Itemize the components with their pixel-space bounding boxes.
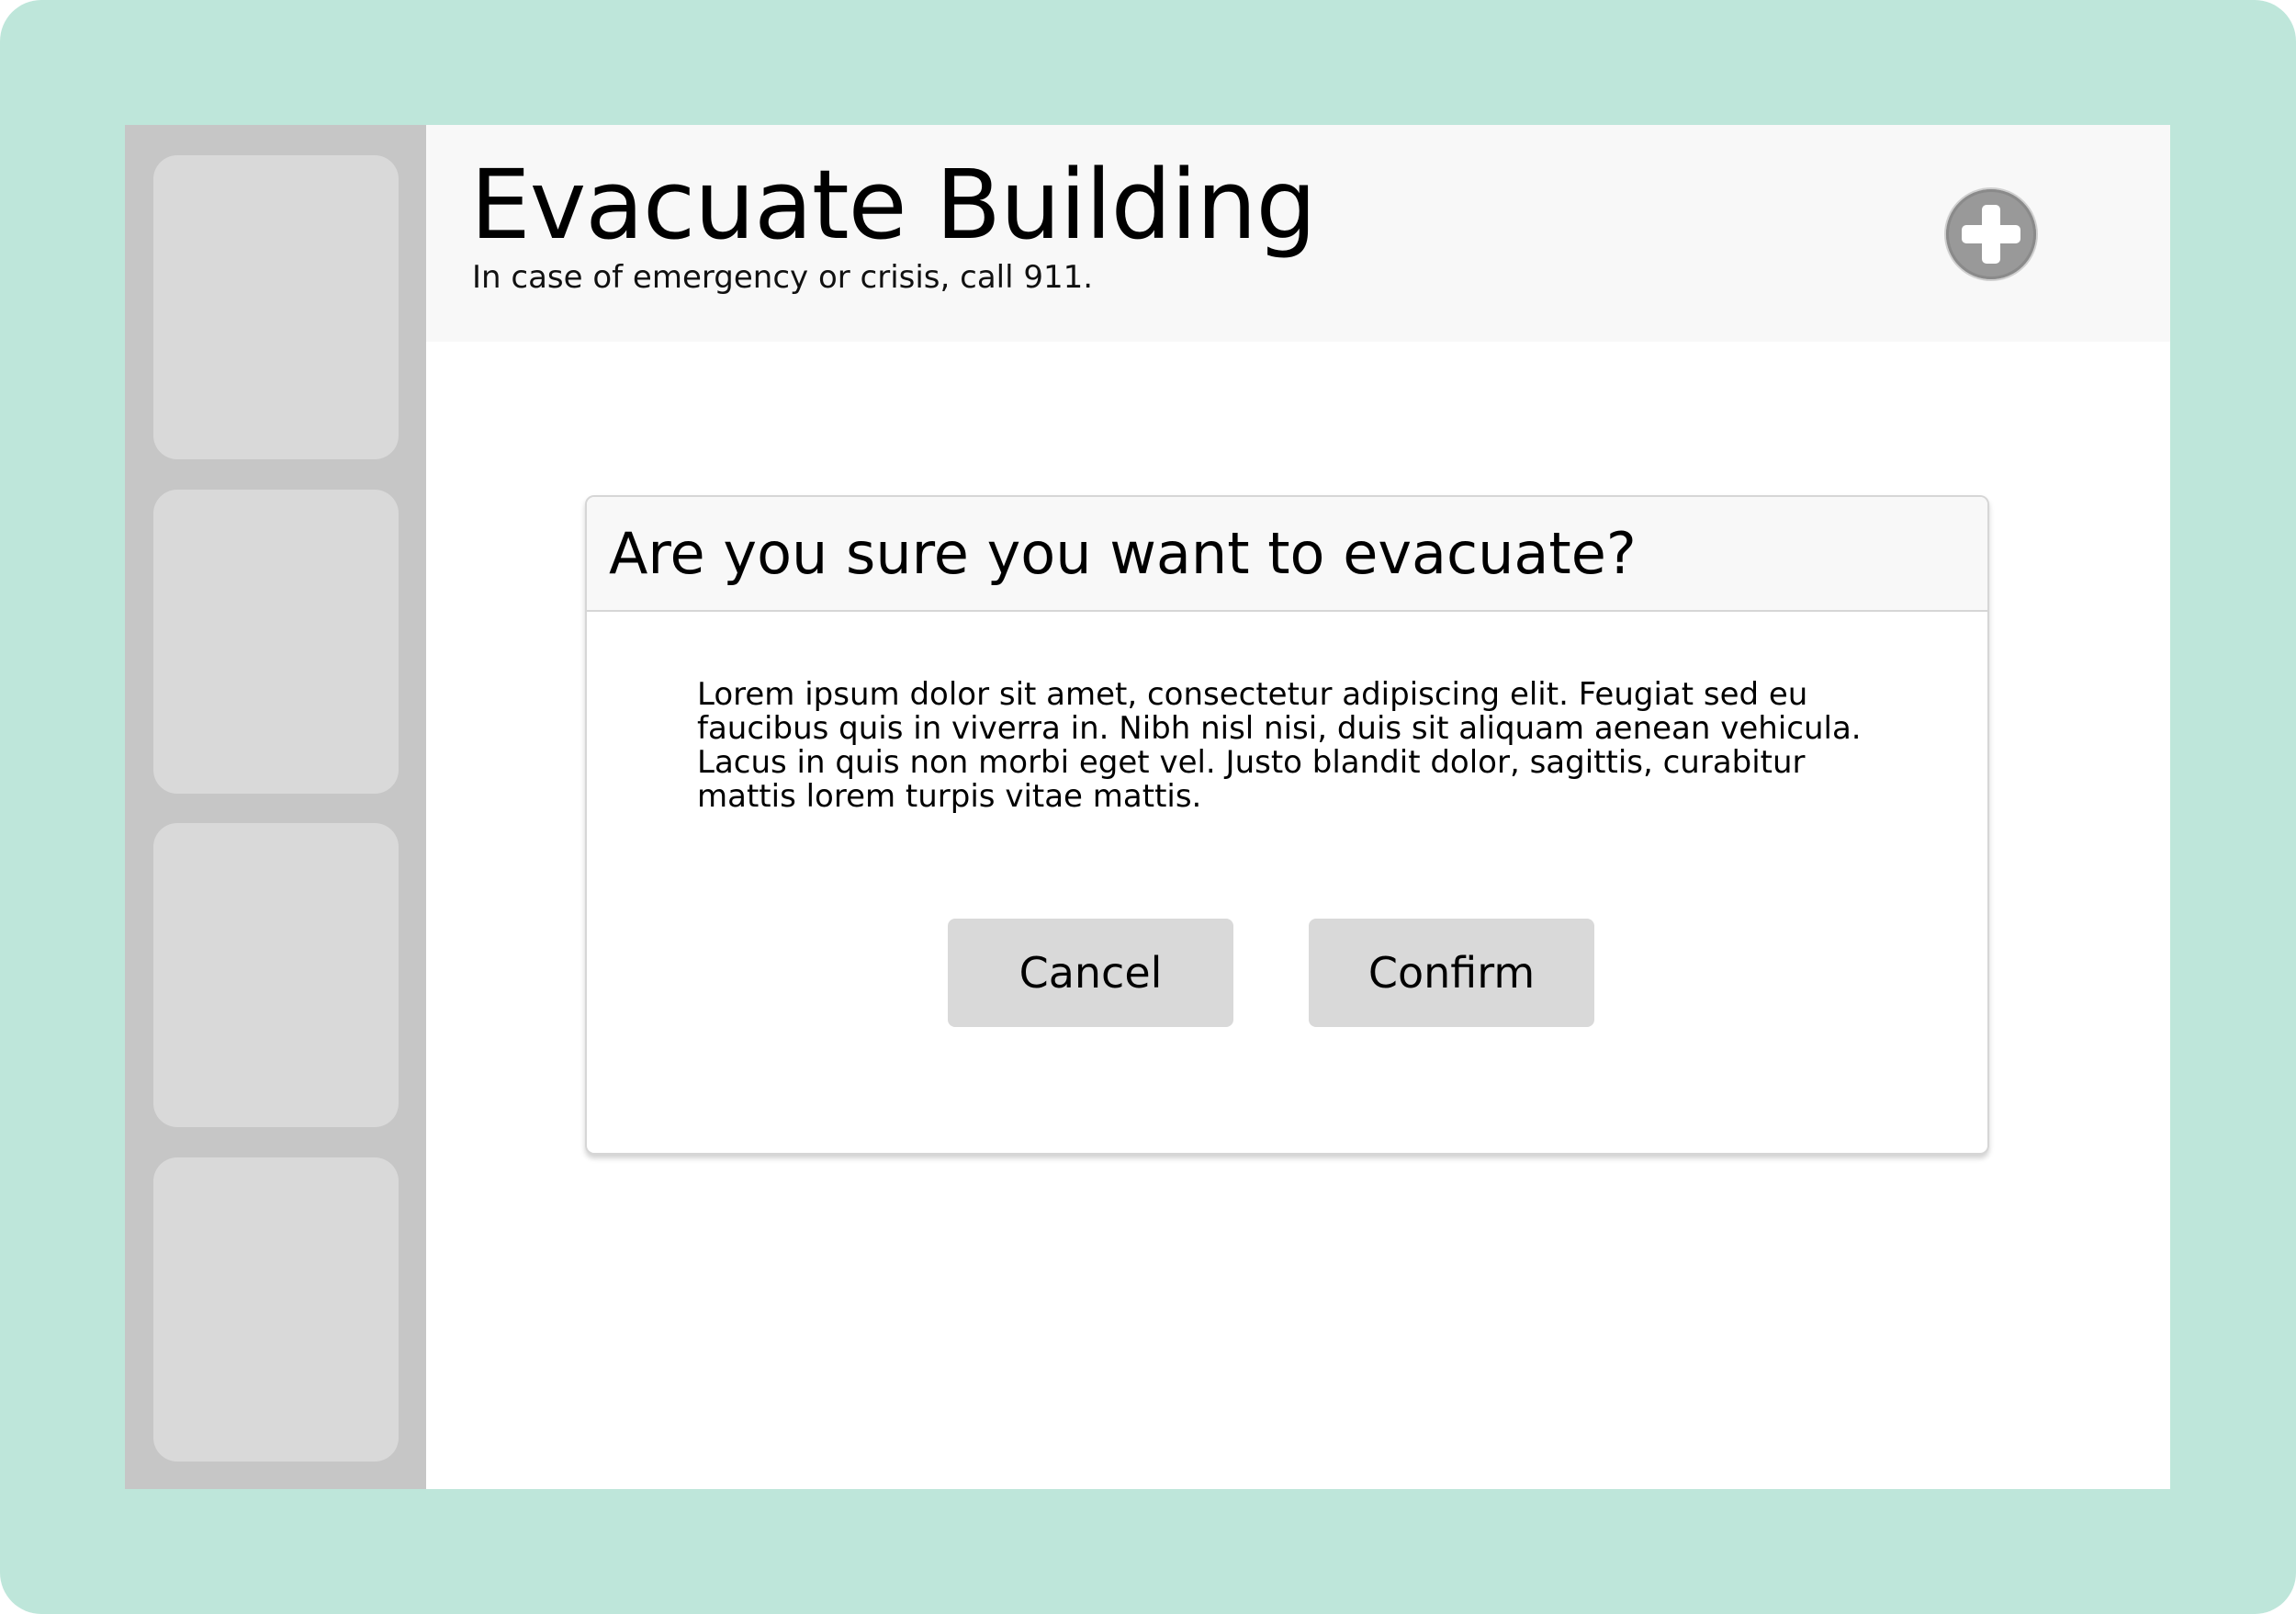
dialog-body-text: Lorem ipsum dolor sit amet, consectetur … (697, 676, 1862, 815)
app-screen: Evacuate Building In case of emergency o… (125, 125, 2170, 1489)
sidebar-item-3[interactable] (153, 823, 399, 1127)
add-button[interactable] (1946, 189, 2036, 279)
sidebar-item-4[interactable] (153, 1157, 399, 1462)
sidebar (125, 125, 426, 1489)
page-title: Evacuate Building (470, 149, 1317, 261)
device-frame: Evacuate Building In case of emergency o… (0, 0, 2296, 1614)
dialog-title: Are you sure you want to evacuate? (609, 520, 1637, 587)
plus-icon (1962, 205, 2020, 264)
confirm-evacuate-dialog: Are you sure you want to evacuate? Lorem… (585, 495, 1989, 1155)
page-header: Evacuate Building In case of emergency o… (426, 125, 2170, 342)
page-subtitle: In case of emergency or crisis, call 911… (472, 259, 1094, 296)
sidebar-item-1[interactable] (153, 155, 399, 459)
dialog-header: Are you sure you want to evacuate? (587, 497, 1987, 612)
confirm-button[interactable]: Confirm (1309, 919, 1594, 1027)
sidebar-item-2[interactable] (153, 490, 399, 794)
cancel-button[interactable]: Cancel (948, 919, 1233, 1027)
